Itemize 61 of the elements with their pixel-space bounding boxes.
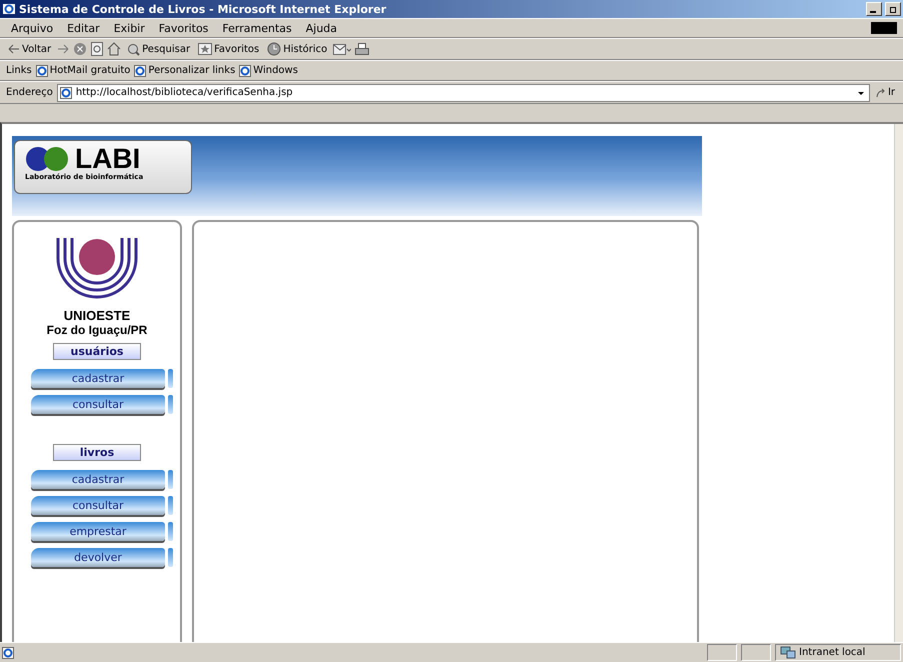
button-end-cap	[168, 369, 173, 388]
scrollbar[interactable]	[894, 124, 903, 642]
restore-button[interactable]	[885, 2, 901, 16]
toolbar-button[interactable]: Voltar	[6, 44, 54, 54]
forward-arrow-icon[interactable]	[57, 44, 70, 54]
button-end-cap	[168, 548, 173, 567]
refresh-icon[interactable]	[91, 42, 104, 56]
toolbar-button[interactable]: Favoritos	[196, 43, 262, 55]
go-arrow-icon	[876, 88, 886, 98]
nav-button[interactable]: emprestar	[31, 522, 165, 541]
window-title: Sistema de Controle de Livros - Microsoft Internet Explorer	[19, 2, 388, 16]
address-label: Endereço	[6, 87, 53, 98]
section-heading: livros	[53, 444, 141, 461]
stop-icon[interactable]	[73, 42, 88, 56]
status-panel	[707, 644, 737, 661]
ie-page-icon	[36, 64, 48, 76]
nav-button[interactable]: cadastrar	[31, 369, 165, 388]
star-folder-icon	[198, 43, 212, 55]
section-heading: usuários	[53, 343, 141, 360]
university-city: Foz do Iguaçu/PR	[46, 323, 148, 337]
go-button[interactable]: Ir	[874, 87, 897, 98]
menu-item[interactable]: Ferramentas	[217, 22, 297, 34]
globe-clock-icon	[267, 42, 282, 56]
toolbar-button[interactable]: Histórico	[265, 42, 330, 56]
ie-page-icon	[239, 64, 252, 76]
links-label: Links	[6, 65, 32, 76]
minimize-button[interactable]	[866, 2, 882, 16]
home-icon[interactable]	[107, 42, 122, 56]
ie-page-icon	[2, 646, 14, 658]
university-name: UNIOESTE	[64, 308, 130, 323]
address-field[interactable]: http://localhost/biblioteca/verificaSenha.jsp	[56, 84, 870, 102]
ie-page-icon	[134, 64, 146, 76]
restore-icon	[889, 5, 897, 13]
menu-item[interactable]: Arquivo	[6, 22, 58, 34]
printer-icon[interactable]	[355, 42, 370, 56]
zone-label: Intranet local	[799, 647, 866, 658]
menu-item[interactable]: Exibir	[108, 22, 150, 34]
button-end-cap	[168, 496, 173, 515]
mail-icon[interactable]	[333, 42, 352, 56]
nav-button[interactable]: cadastrar	[31, 470, 165, 489]
link-button[interactable]: HotMail gratuito	[36, 64, 130, 76]
link-button[interactable]: Windows	[239, 64, 298, 76]
button-end-cap	[168, 395, 173, 414]
nav-button[interactable]: consultar	[31, 395, 165, 414]
toolbar-button[interactable]: Pesquisar	[125, 42, 192, 56]
button-end-cap	[168, 470, 173, 489]
spheres-icon	[25, 146, 69, 172]
nav-button[interactable]: consultar	[31, 496, 165, 515]
button-end-cap	[168, 522, 173, 541]
network-icon	[780, 646, 796, 659]
status-panel	[741, 644, 771, 661]
menu-item[interactable]: Ajuda	[300, 22, 342, 34]
link-button[interactable]: Personalizar links	[134, 64, 236, 76]
logo-text: LABI	[75, 145, 140, 173]
search-icon	[127, 42, 140, 56]
back-arrow-icon	[8, 44, 20, 54]
menu-item[interactable]: Favoritos	[154, 22, 214, 34]
menu-item[interactable]: Editar	[62, 22, 105, 34]
ie-page-icon	[60, 86, 72, 98]
browser-icon	[2, 2, 16, 16]
nav-button[interactable]: devolver	[31, 548, 165, 567]
